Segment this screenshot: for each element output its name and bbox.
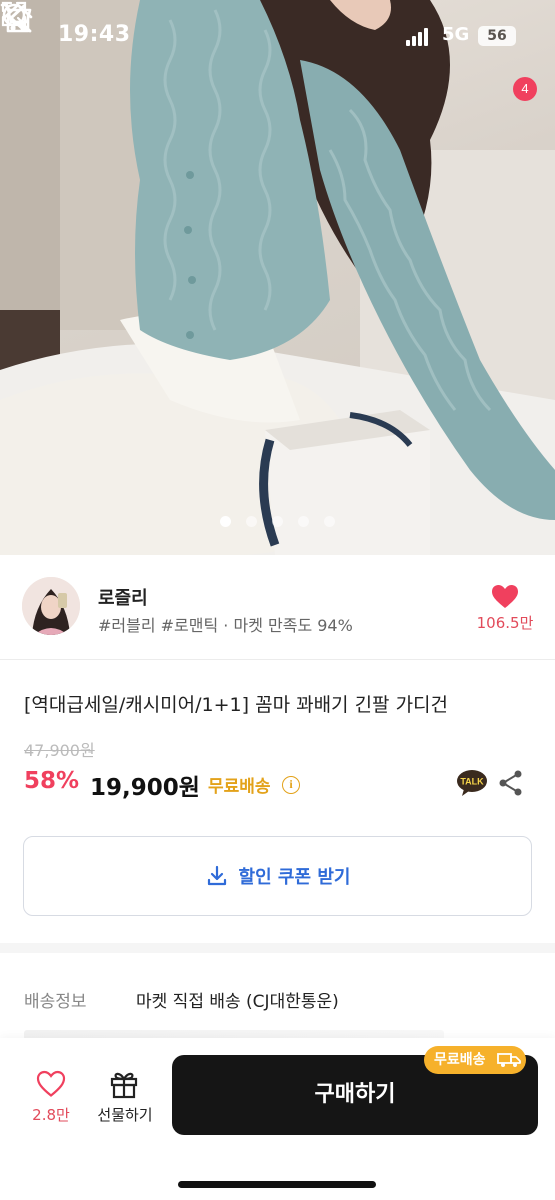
coupon-download-button[interactable]: 할인 쿠폰 받기 <box>23 836 532 916</box>
cart-count-badge: 4 <box>513 77 537 101</box>
original-price: 47,900원 <box>24 741 95 760</box>
sale-price: 19,900원 <box>90 775 200 801</box>
discount-rate: 58% <box>24 768 80 794</box>
status-time: 19:43 <box>58 22 131 47</box>
gift-icon[interactable] <box>108 1068 140 1100</box>
truck-icon <box>497 1053 521 1067</box>
battery-icon: 56 <box>478 26 516 46</box>
seller-like-count: 106.5만 <box>476 614 534 632</box>
wishlist-heart-icon[interactable] <box>36 1070 66 1098</box>
share-icon[interactable] <box>498 769 524 797</box>
heart-icon[interactable] <box>491 584 519 610</box>
status-bar: 19:43 5G 56 <box>0 0 555 72</box>
network-type: 5G <box>442 24 470 45</box>
free-shipping-label: 무료배송 <box>208 777 271 797</box>
shipping-info-label: 배송정보 <box>24 992 87 1012</box>
signal-icon <box>406 28 432 46</box>
download-icon <box>207 865 226 886</box>
gift-label[interactable]: 선물하기 <box>90 1104 160 1125</box>
carousel-dot[interactable] <box>246 516 257 527</box>
seller-name[interactable]: 로즐리 <box>98 584 148 610</box>
expand-icon[interactable] <box>0 0 28 28</box>
seller-avatar[interactable] <box>22 577 80 635</box>
carousel-dot[interactable] <box>298 516 309 527</box>
carousel-dot[interactable] <box>272 516 283 527</box>
home-indicator <box>178 1181 376 1188</box>
coupon-label: 할인 쿠폰 받기 <box>238 867 351 888</box>
divider <box>0 659 555 660</box>
carousel-dot[interactable] <box>220 516 231 527</box>
product-image[interactable]: 19:43 5G 56 4 <box>0 0 555 555</box>
seller-tags: #러블리 #로맨틱 · 마켓 만족도 94% <box>98 616 353 635</box>
talk-icon-label: TALK <box>460 777 484 787</box>
product-title: [역대급세일/캐시미어/1+1] 꼼마 꽈배기 긴팔 가디건 <box>24 694 449 716</box>
section-divider <box>0 943 555 953</box>
carousel-dot[interactable] <box>324 516 335 527</box>
product-photo-illustration <box>0 0 555 555</box>
wishlist-count: 2.8만 <box>32 1106 70 1124</box>
info-icon[interactable]: i <box>282 776 300 794</box>
kakao-talk-icon[interactable]: TALK <box>456 769 488 797</box>
shipping-info-value: 마켓 직접 배송 (CJ대한통운) <box>136 992 339 1012</box>
